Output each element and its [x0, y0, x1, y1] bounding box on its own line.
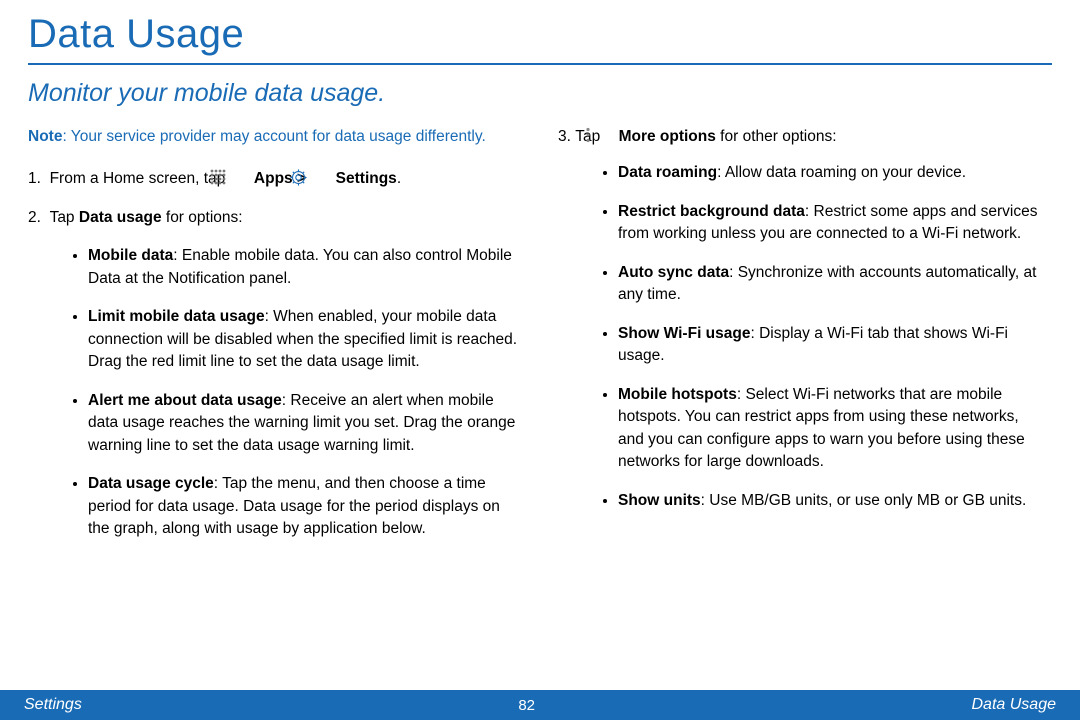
term: Show units [618, 492, 701, 509]
term: Data roaming [618, 164, 717, 181]
step-2-bold: Data usage [79, 209, 162, 226]
page-subtitle: Monitor your mobile data usage. [28, 79, 1052, 108]
content-columns: Note: Your service provider may account … [28, 126, 1052, 541]
right-column: 3. Tap More options for other options: D… [558, 126, 1052, 541]
term: Data usage cycle [88, 475, 214, 492]
list-item: Show units: Use MB/GB units, or use only… [618, 490, 1052, 512]
step-3-num: 3. [558, 128, 571, 145]
list-item: Mobile hotspots: Select Wi-Fi networks t… [618, 384, 1052, 474]
step-3-post: for other options: [716, 128, 837, 145]
list-item: Limit mobile data usage: When enabled, y… [88, 306, 522, 373]
term: Limit mobile data usage [88, 308, 265, 325]
step-2: 2. Tap Data usage for options: [28, 207, 522, 229]
footer-section-right: Data Usage [972, 696, 1057, 714]
desc: : Allow data roaming on your device. [717, 164, 966, 181]
apps-grid-icon [232, 169, 248, 185]
page-footer: Settings 82 Data Usage [0, 690, 1080, 720]
right-bullet-list: Data roaming: Allow data roaming on your… [558, 162, 1052, 512]
left-column: Note: Your service provider may account … [28, 126, 522, 541]
list-item: Mobile data: Enable mobile data. You can… [88, 245, 522, 290]
note-label: Note [28, 128, 62, 145]
list-item: Data roaming: Allow data roaming on your… [618, 162, 1052, 184]
list-item: Restrict background data: Restrict some … [618, 201, 1052, 246]
term: Restrict background data [618, 203, 805, 220]
step-3-bold: More options [619, 128, 716, 145]
desc: : Use MB/GB units, or use only MB or GB … [701, 492, 1027, 509]
page-title: Data Usage [28, 12, 1052, 65]
term: Mobile data [88, 247, 173, 264]
step-1-pre: From a Home screen, tap [50, 170, 230, 187]
step-2-pre-a: Tap [50, 209, 79, 226]
note-text: Note: Your service provider may account … [28, 126, 522, 148]
step-1: 1. From a Home screen, tap Apps [28, 168, 522, 190]
step-1-post: . [397, 170, 401, 187]
left-bullet-list: Mobile data: Enable mobile data. You can… [28, 245, 522, 540]
term: Show Wi-Fi usage [618, 325, 750, 342]
list-item: Auto sync data: Synchronize with account… [618, 262, 1052, 307]
list-item: Data usage cycle: Tap the menu, and then… [88, 473, 522, 540]
list-item: Show Wi-Fi usage: Display a Wi-Fi tab th… [618, 323, 1052, 368]
list-item: Alert me about data usage: Receive an al… [88, 390, 522, 457]
step-1-num: 1. [28, 170, 41, 187]
step-2-num: 2. [28, 209, 41, 226]
term: Mobile hotspots [618, 386, 737, 403]
term: Alert me about data usage [88, 392, 282, 409]
note-body: : Your service provider may account for … [62, 128, 485, 145]
step-2-pre-b: for options: [162, 209, 243, 226]
term: Auto sync data [618, 264, 729, 281]
more-options-icon [606, 127, 616, 143]
footer-section-left: Settings [24, 696, 82, 714]
footer-page-number: 82 [518, 697, 535, 714]
step-1-settings: Settings [336, 170, 397, 187]
step-3: 3. Tap More options for other options: [558, 126, 1052, 148]
settings-gear-icon [312, 169, 329, 186]
